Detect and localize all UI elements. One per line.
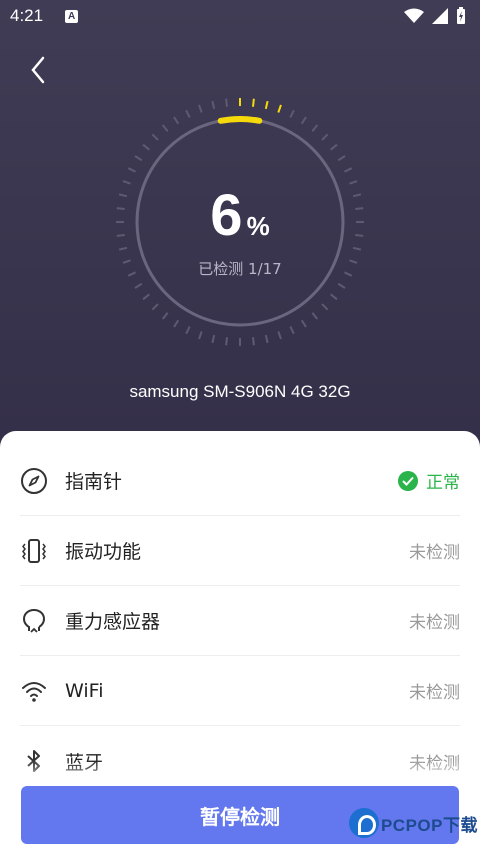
gravity-sensor-icon — [20, 607, 48, 635]
gauge-tick — [134, 282, 143, 289]
gauge-tick — [225, 98, 229, 107]
item-label: 指南针 — [65, 471, 123, 493]
list-item-wifi[interactable]: WiFi 未检测 — [20, 656, 460, 726]
gauge-progress-arc — [217, 116, 263, 124]
gauge-tick — [198, 331, 203, 340]
wifi-icon — [20, 677, 48, 705]
gauge-tick — [134, 155, 143, 162]
pcpop-logo-icon — [348, 808, 379, 838]
gauge-tick — [277, 104, 282, 113]
percent-display: 6% — [0, 182, 480, 249]
status-text: 正常 — [426, 473, 460, 493]
gauge-tick — [344, 167, 353, 173]
gauge-tick — [142, 293, 150, 301]
device-name: samsung SM-S906N 4G 32G — [129, 382, 351, 401]
compass-icon — [20, 467, 48, 495]
gauge-tick — [337, 282, 346, 289]
gauge-tick — [198, 104, 203, 113]
gauge-tick — [185, 326, 191, 335]
gauge-tick — [277, 331, 282, 340]
gauge-tick — [321, 133, 329, 141]
gauge-tick — [173, 319, 180, 328]
gauge-tick — [264, 334, 269, 344]
gauge-tick — [151, 303, 159, 311]
gauge-tick — [142, 143, 150, 151]
list-item-vibration[interactable]: 振动功能 未检测 — [20, 516, 460, 586]
gauge-tick — [264, 100, 269, 110]
percent-value: 6 — [210, 183, 243, 248]
gauge-tick — [289, 326, 295, 335]
gauge-tick — [311, 124, 319, 132]
list-item-gravity-sensor[interactable]: 重力感应器 未检测 — [20, 586, 460, 656]
gauge-tick — [300, 319, 307, 328]
watermark: PCPOP下载 — [348, 808, 478, 838]
item-label: 振动功能 — [65, 541, 142, 563]
gauge-tick — [211, 100, 216, 110]
gauge-tick — [289, 109, 295, 118]
status-text: 未检测 — [409, 613, 460, 633]
vibration-icon — [20, 537, 48, 565]
check-circle-icon — [398, 470, 418, 491]
gauge-tick — [311, 312, 319, 320]
gauge-tick — [161, 124, 169, 132]
gauge-tick — [330, 293, 338, 301]
status-text: 未检测 — [409, 543, 460, 563]
status-text: 未检测 — [409, 683, 460, 703]
gauge-tick — [185, 109, 191, 118]
gauge-tick — [300, 116, 307, 125]
gauge-tick — [330, 143, 338, 151]
gauge-tick — [251, 337, 255, 346]
status-badge: 正常 — [398, 468, 460, 493]
watermark-text: PCPOP下载 — [380, 815, 478, 835]
gauge-tick — [225, 337, 229, 346]
item-label: WiFi — [65, 679, 104, 702]
gauge-tick — [127, 167, 136, 173]
gauge-tick — [337, 155, 346, 162]
gauge-tick — [151, 133, 159, 141]
gauge-tick — [211, 334, 216, 344]
gauge-tick — [161, 312, 169, 320]
progress-text: 已检测 1/17 — [198, 260, 282, 278]
list-item-compass[interactable]: 指南针 正常 — [20, 446, 460, 516]
percent-sign: % — [246, 211, 270, 241]
item-label: 重力感应器 — [65, 611, 161, 633]
gauge-tick — [173, 116, 180, 125]
gauge-tick — [321, 303, 329, 311]
gauge-tick — [251, 98, 255, 107]
